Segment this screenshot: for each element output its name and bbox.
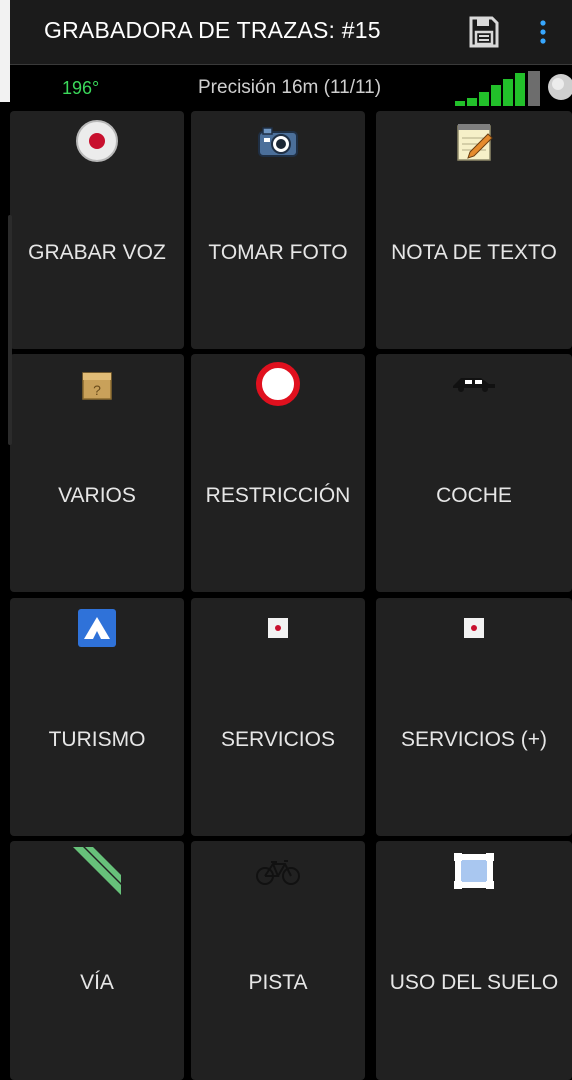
tile-tomar-foto[interactable]: TOMAR FOTO [191,111,365,349]
side-drawer-handle[interactable] [8,215,12,445]
area-frame-icon [450,847,498,895]
tile-label: PISTA [248,971,308,994]
notepad-icon [450,117,498,165]
tile-servicios[interactable]: SERVICIOS [191,598,365,836]
tile-label: GRABAR VOZ [28,241,166,264]
small-poi-icon [254,604,302,652]
tile-nota-de-texto[interactable]: NOTA DE TEXTO [376,111,572,349]
tile-label: COCHE [436,484,512,507]
camera-icon [254,117,302,165]
background-edge [0,0,10,102]
gps-status-icon [548,74,572,100]
signal-bars-icon [455,71,540,106]
tile-pista[interactable]: PISTA [191,841,365,1080]
category-grid: GRABAR VOZ TOMAR FOTO NOTA DE TEXTO ? VA… [10,111,572,1080]
tile-label: USO DEL SUELO [389,971,559,994]
tile-label: TURISMO [48,728,146,751]
tile-label: VÍA [80,971,114,994]
bicycle-icon [254,847,302,895]
tile-label: TOMAR FOTO [208,241,348,264]
tile-label: NOTA DE TEXTO [391,241,557,264]
tile-turismo[interactable]: TURISMO [10,598,184,836]
tile-label: SERVICIOS [221,728,335,751]
gps-precision-text: Precisión 16m (11/11) [198,77,382,98]
tile-via[interactable]: VÍA [10,841,184,1080]
campsite-icon [73,604,121,652]
tile-label: SERVICIOS (+) [400,728,548,751]
small-poi-icon [450,604,498,652]
record-icon [73,117,121,165]
road-icon [73,847,121,895]
status-bar: 196° Precisión 16m (11/11) [10,64,572,110]
car-icon [450,360,498,408]
app-title: GRABADORA DE TRAZAS: #15 [44,17,381,43]
floppy-disk-icon [469,16,499,48]
mystery-box-icon: ? [73,360,121,408]
save-button[interactable] [468,15,500,49]
tile-grabar-voz[interactable]: GRABAR VOZ [10,111,184,349]
overflow-menu-button[interactable] [534,17,552,47]
tile-label: VARIOS [58,484,136,507]
tile-label: RESTRICCIÓN [205,484,351,507]
tile-servicios-plus[interactable]: SERVICIOS (+) [376,598,572,836]
tile-uso-del-suelo[interactable]: USO DEL SUELO [376,841,572,1080]
tracker-screen: GRABADORA DE TRAZAS: #15 196° Precisión … [0,0,572,1080]
tile-varios[interactable]: ? VARIOS [10,354,184,592]
heading-readout: 196° [62,78,100,98]
no-entry-sign-icon [254,360,302,408]
more-vertical-icon [540,20,546,44]
tile-coche[interactable]: COCHE [376,354,572,592]
svg-text:?: ? [93,382,101,398]
app-bar: GRABADORA DE TRAZAS: #15 [10,0,572,64]
tile-restriccion[interactable]: RESTRICCIÓN [191,354,365,592]
